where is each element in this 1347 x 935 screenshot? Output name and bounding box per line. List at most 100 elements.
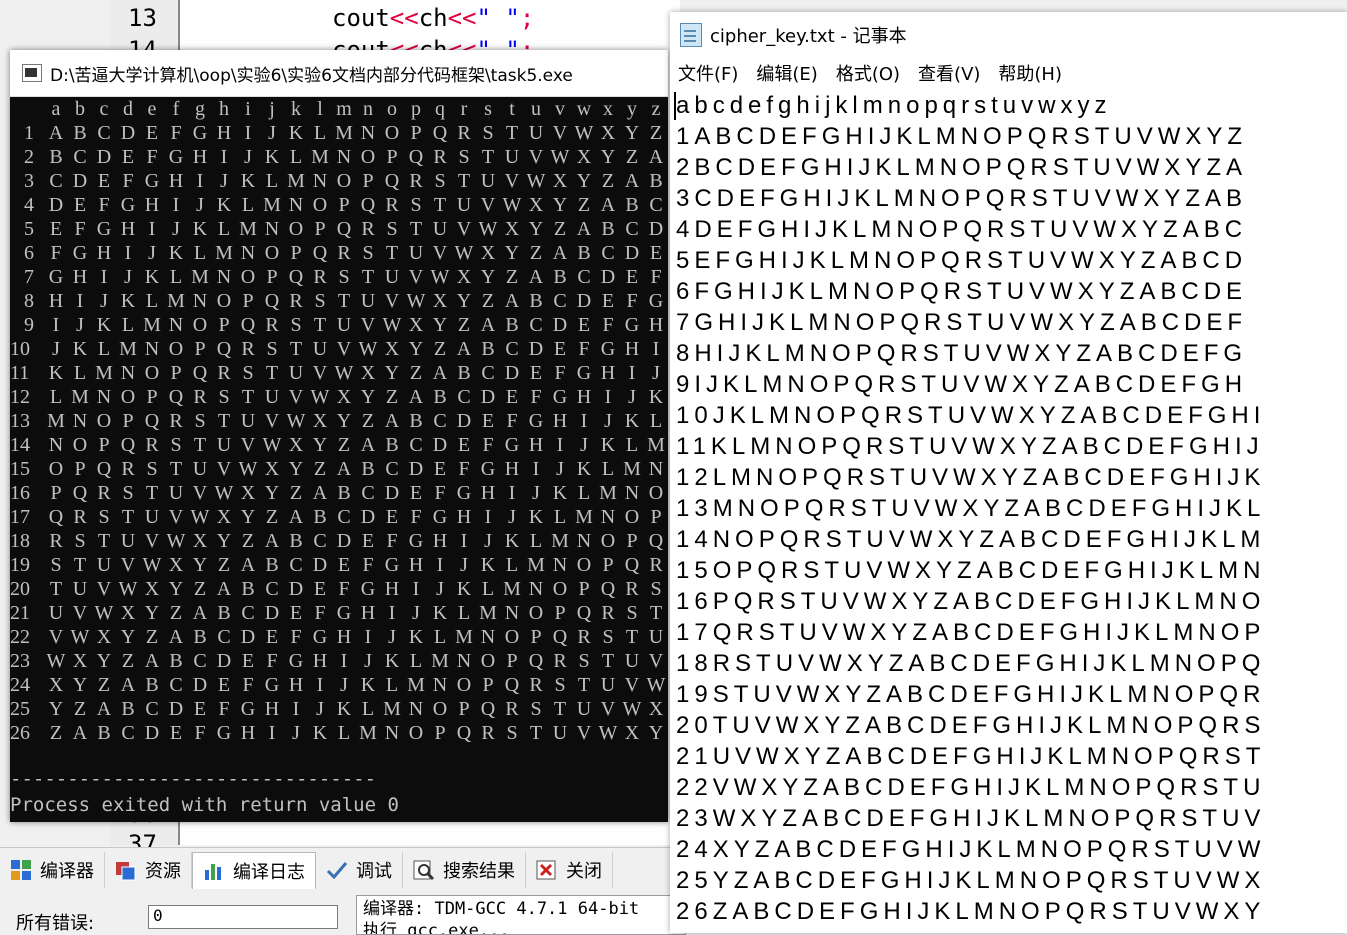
console-cell: N: [648, 458, 664, 480]
console-cell: Y: [552, 194, 568, 216]
console-cell: X: [504, 218, 520, 240]
console-cell: K: [528, 506, 544, 528]
errors-count-field[interactable]: 0: [148, 905, 338, 929]
notepad-line: abcdefghijklmnopqrstuvwxyz: [676, 92, 1112, 119]
notepad-line: 12LMNOPQRSTUVWXYZABCDEFGHIJK: [676, 464, 1266, 491]
console-cell: T: [241, 386, 255, 408]
console-cell: H: [240, 722, 256, 744]
console-cell: P: [362, 170, 374, 192]
console-cell: T: [409, 218, 423, 240]
console-cell: D: [648, 218, 664, 240]
console-cell: O: [552, 578, 568, 600]
console-cell: Q: [552, 626, 568, 648]
console-cell: H: [432, 530, 448, 552]
console-cell: X: [648, 698, 664, 720]
compiler-log-output[interactable]: 编译器: TDM-GCC 4.7.1 64-bit 执行 gcc.exe...: [356, 895, 686, 935]
console-cell: C: [241, 602, 255, 624]
console-cell: Q: [408, 146, 424, 168]
console-cell: B: [97, 722, 111, 744]
console-cell: W: [646, 674, 666, 696]
console-cell: Z: [361, 410, 375, 432]
console-cell: C: [169, 674, 183, 696]
console-cell: C: [457, 386, 471, 408]
console-cell: E: [121, 146, 135, 168]
notepad-title-bar[interactable]: cipher_key.txt - 记事本: [670, 12, 1347, 58]
console-cell: Q: [528, 650, 544, 672]
console-cell: G: [576, 362, 592, 384]
console-cell: T: [121, 506, 135, 528]
tab-compiler[interactable]: 编译器: [0, 852, 105, 888]
console-cell: E: [169, 722, 183, 744]
console-cell: Y: [624, 122, 640, 144]
console-cell: X: [600, 122, 616, 144]
console-cell: T: [457, 170, 471, 192]
console-row: 18RSTUVWXYZABCDEFGHIJKLMNOPQRSTUVWXYZABC…: [10, 529, 668, 553]
notepad-line: 23WXYZABCDEFGHIJKLMNOPQRSTUV: [676, 805, 1266, 832]
console-cell: T: [553, 698, 567, 720]
console-cell: W: [286, 410, 306, 432]
console-header-letter: n: [363, 98, 373, 120]
console-cell: G: [408, 530, 424, 552]
console-row: 10JKLMNOPQRSTUVWXYZABCDEFGHIJKLMNOPQRSTU…: [10, 337, 668, 361]
console-cell: S: [314, 290, 326, 312]
console-row: 1ABCDEFGHIJKLMNOPQRSTUVWXYZABCDEFGHIJKLM…: [10, 121, 668, 145]
notepad-text-area[interactable]: abcdefghijklmnopqrstuvwxyz 1ABCDEFGHIJKLM…: [670, 90, 1347, 927]
console-cell: N: [120, 362, 136, 384]
tab-search-results[interactable]: 搜索结果: [403, 852, 526, 888]
notepad-window[interactable]: cipher_key.txt - 记事本 文件(F) 编辑(E) 格式(O) 查…: [670, 12, 1347, 933]
console-cell: E: [73, 194, 87, 216]
console-cell: V: [96, 578, 112, 600]
console-cell: F: [626, 290, 638, 312]
console-cell: O: [264, 242, 280, 264]
console-cell: U: [384, 266, 400, 288]
notepad-line: 7GHIJKLMNOPQRSTUVWXYZABCDEF: [676, 309, 1248, 336]
console-cell: T: [217, 410, 231, 432]
console-cell: Z: [289, 482, 303, 504]
console-header-letter: w: [576, 98, 592, 120]
console-cell: H: [600, 362, 616, 384]
console-cell: K: [552, 482, 568, 504]
tab-debug[interactable]: 调试: [316, 852, 403, 888]
console-cell: G: [648, 290, 664, 312]
console-cell: J: [508, 506, 516, 528]
console-cell: H: [384, 578, 400, 600]
tab-compile-log[interactable]: 编译日志: [192, 851, 316, 889]
menu-file[interactable]: 文件(F): [676, 60, 740, 86]
console-cell: Z: [481, 290, 495, 312]
menu-help[interactable]: 帮助(H): [996, 60, 1064, 86]
errors-label: 所有错误:: [16, 913, 95, 934]
console-cell: X: [432, 290, 448, 312]
tab-close[interactable]: 关闭: [526, 852, 613, 888]
console-cell: T: [289, 338, 303, 360]
console-cell: Q: [192, 362, 208, 384]
console-cell: R: [601, 602, 615, 624]
tab-resources[interactable]: 资源: [105, 852, 192, 888]
console-cell: E: [337, 554, 351, 576]
console-cell: I: [628, 362, 636, 384]
console-header-letter: o: [387, 98, 397, 120]
menu-edit[interactable]: 编辑(E): [754, 60, 819, 86]
console-cell: X: [384, 338, 400, 360]
console-cell: U: [312, 338, 328, 360]
console-cell: V: [288, 386, 304, 408]
console-row: 24XYZABCDEFGHIJKLMNOPQRSTUVWXYZABCDEFGHI…: [10, 673, 668, 697]
console-window[interactable]: D:\苦逼大学计算机\oop\实验6\实验6文档内部分代码框架\task5.ex…: [10, 50, 668, 822]
console-cell: O: [360, 146, 376, 168]
console-header-letter: y: [627, 98, 637, 120]
console-cell: V: [144, 530, 160, 552]
console-header-letter: s: [484, 98, 492, 120]
console-cell: A: [552, 242, 568, 264]
console-cell: M: [575, 506, 593, 528]
console-cell: J: [652, 362, 660, 384]
console-cell: X: [336, 386, 352, 408]
console-cell: U: [336, 314, 352, 336]
console-title-bar[interactable]: D:\苦逼大学计算机\oop\实验6\实验6文档内部分代码框架\task5.ex…: [10, 50, 668, 97]
console-cell: R: [385, 194, 399, 216]
menu-view[interactable]: 查看(V): [916, 60, 982, 86]
console-cell: F: [482, 434, 494, 456]
notepad-line: 17QRSTUVWXYZABCDEFGHIJKLMNOP: [676, 619, 1266, 646]
menu-format[interactable]: 格式(O): [834, 60, 902, 86]
code-line[interactable]: cout<<ch<<" ";: [332, 4, 534, 32]
console-cell: J: [244, 146, 252, 168]
console-cell: L: [529, 530, 543, 552]
